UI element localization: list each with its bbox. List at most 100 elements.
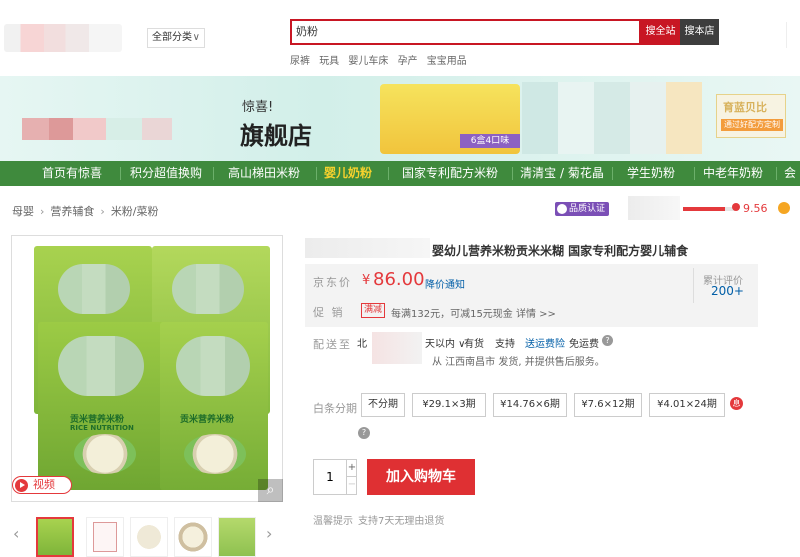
breadcrumb: 母婴 › 营养辅食 › 米粉/菜粉 [12,203,159,219]
promo-label: 促 销 [313,306,345,319]
quantity-input[interactable] [314,460,346,494]
store-icon[interactable] [778,202,790,214]
nav-item-student-milk[interactable]: 学生奶粉 [616,161,686,186]
score-bar-fill [683,207,725,211]
chevron-right-icon: › [40,205,45,218]
product-main-image[interactable]: 贡米营养米粉 贡米营养米粉 RICE NUTRITION [11,235,283,502]
price-notice-link[interactable]: 降价通知 [425,276,465,291]
promo-title: 育蓝贝比 [723,101,767,114]
thumbnail-item[interactable] [218,517,256,557]
search-query[interactable]: 奶粉 [296,21,318,43]
search-all-button[interactable]: 搜全站 [641,19,680,45]
store-banner[interactable]: 惊喜! 旗舰店 6盒4口味 育蓝贝比 通过好配方定制 [0,76,800,161]
magnifier-icon[interactable]: ⌕ [258,479,283,502]
banner-blur-area [522,82,702,154]
help-icon[interactable]: ? [358,427,370,439]
breadcrumb-link[interactable]: 米粉/菜粉 [111,205,159,218]
hot-word-link[interactable]: 尿裤 [290,56,310,67]
banner-headline: 惊喜! [242,100,274,115]
site-header: 全部分类 ∨ 奶粉 搜全站 搜本店 尿裤 玩具 婴儿车床 孕产 宝宝用品 [0,0,800,72]
ship-label: 配送至 [313,338,352,351]
nav-item-rice-flour[interactable]: 高山梯田米粉 [217,161,311,186]
score-marker [732,203,740,211]
nav-item-points[interactable]: 积分超值换购 [124,161,208,186]
hot-word-link[interactable]: 宝宝用品 [427,56,467,67]
tip-label: 温馨提示 [313,516,353,527]
price-symbol: ¥ [362,273,371,288]
nav-divider [694,167,695,180]
nav-divider [213,167,214,180]
price-box: 京东价 ¥ 86.00 降价通知 促 销 满减 每满132元，可减15元现金 详… [305,264,758,327]
package-window-blur [172,264,244,314]
store-score: 9.56 [743,202,768,215]
nav-item-patent-formula[interactable]: 国家专利配方米粉 [392,161,508,186]
thumbnail-item[interactable] [86,517,124,557]
search-store-button[interactable]: 搜本店 [680,19,719,45]
nav-divider [776,167,777,180]
hot-word-link[interactable]: 孕产 [398,56,418,67]
package-title: 贡米营养米粉 [180,415,235,425]
thumb-prev-arrow[interactable]: ‹ [13,524,19,543]
thumb-next-arrow[interactable]: › [266,524,272,543]
installment-info-icon[interactable]: 息 [730,397,743,410]
banner-badge-label: 6盒4口味 [470,136,510,146]
nav-item-home[interactable]: 首页有惊喜 [30,161,114,186]
store-name: 旗舰店 [240,122,312,150]
bowl-image [184,434,246,474]
add-to-cart-button[interactable]: 加入购物车 [367,459,475,495]
quality-badge-label: 品质认证 [569,204,606,214]
reviews-count[interactable]: 200+ [711,284,744,298]
thumbnail-item[interactable] [130,517,168,557]
breadcrumb-link[interactable]: 营养辅食 [50,205,94,218]
shipping-insurance-link[interactable]: 送运费险 [525,335,565,350]
thumbnail-item[interactable] [174,517,212,557]
search-input[interactable]: 奶粉 [290,19,641,45]
nav-divider [120,167,121,180]
installment-option[interactable]: ¥4.01×24期 [649,393,725,417]
package-window-blur [58,264,130,314]
breadcrumb-link[interactable]: 母婴 [12,205,34,218]
video-label: 视频 [33,478,55,491]
increment-button[interactable]: + [346,460,357,477]
stock-status: 有货 [464,339,484,350]
nav-divider [388,167,389,180]
package-subtitle: RICE NUTRITION [70,424,134,432]
hot-word-link[interactable]: 婴儿车床 [348,56,388,67]
nav-item-infant-milk[interactable]: 婴儿奶粉 [318,161,378,186]
ship-within-select[interactable]: 天以内 ∨ [425,335,466,350]
price-value: 86.00 [373,269,425,290]
tip-text: 支持7天无理由退货 [358,516,445,527]
help-icon[interactable]: ? [602,335,613,346]
ship-destination[interactable]: 北 [357,335,367,350]
category-select[interactable]: 全部分类 ∨ [147,28,205,48]
category-select-label: 全部分类 [152,32,192,43]
site-logo[interactable] [4,24,122,52]
store-info-blur [628,196,680,220]
ship-support: 支持 [495,339,515,350]
title-blur [305,238,430,258]
installment-option[interactable]: ¥14.76×6期 [493,393,567,417]
badge-icon [557,204,567,214]
installment-option[interactable]: ¥7.6×12期 [574,393,642,417]
header-corner [786,22,800,48]
banner-promo[interactable]: 育蓝贝比 通过好配方定制 [716,94,786,138]
package-window-blur [176,336,250,396]
quality-badge[interactable]: 品质认证 [555,202,609,216]
hot-word-link[interactable]: 玩具 [319,56,339,67]
installment-option[interactable]: 不分期 [361,393,405,417]
installment-option[interactable]: ¥29.1×3期 [412,393,486,417]
thumbnail-item[interactable] [36,517,74,557]
banner-badge: 6盒4口味 [460,134,520,148]
decrement-button[interactable]: − [346,477,357,494]
divider [693,268,694,303]
nav-item-qingqingbao[interactable]: 清清宝 / 菊花晶 [516,161,608,186]
ship-blur [372,332,422,364]
nav-item-senior-milk[interactable]: 中老年奶粉 [698,161,768,186]
product-name: 婴幼儿营养米粉贡米米糊 国家专利配方婴儿辅食 [432,244,689,258]
chevron-down-icon: ∨ [192,32,200,43]
installment-label: 白条分期 [313,402,357,415]
promo-text[interactable]: 每满132元，可减15元现金 详情 >> [391,305,556,320]
nav-item-more[interactable]: 会 [780,161,800,186]
video-button[interactable]: 视频 [12,476,72,494]
score-bar [683,207,735,211]
